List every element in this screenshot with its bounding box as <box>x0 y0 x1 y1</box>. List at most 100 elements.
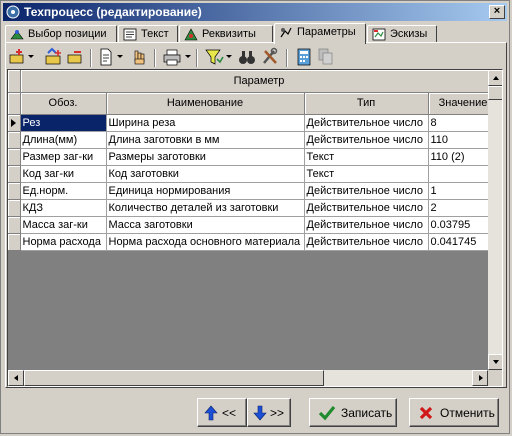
toolbar-separator <box>154 49 156 67</box>
row-indicator[interactable] <box>8 148 21 166</box>
binoculars-icon[interactable] <box>238 47 256 67</box>
table-row[interactable]: Рез Ширина реза Действительное число 8 <box>8 114 499 132</box>
arrow-down-icon <box>253 405 267 421</box>
checkmark-icon <box>318 405 336 421</box>
sketches-icon <box>372 28 386 41</box>
close-button[interactable]: × <box>489 5 505 19</box>
hand-icon[interactable] <box>130 47 148 67</box>
table-row[interactable]: КДЗ Количество деталей из заготовки Дейс… <box>8 199 499 217</box>
row-indicator-header <box>8 92 21 115</box>
previous-button[interactable]: << <box>197 398 247 427</box>
row-indicator[interactable] <box>8 233 21 251</box>
text-icon <box>123 28 137 41</box>
print-icon[interactable] <box>162 47 182 67</box>
calculator-icon[interactable] <box>294 47 314 67</box>
tab-requisites[interactable]: Реквизиты <box>179 25 273 43</box>
table-row[interactable]: Ед.норм. Единица нормирования Действител… <box>8 182 499 200</box>
row-indicator[interactable] <box>8 182 21 200</box>
next-button[interactable]: >> <box>247 398 291 427</box>
positions-icon <box>10 30 24 40</box>
vertical-scrollbar[interactable] <box>488 70 502 370</box>
scrollbar-corner <box>488 370 502 386</box>
add-parameter-icon[interactable] <box>8 47 26 67</box>
app-icon <box>6 5 20 19</box>
cell-code[interactable]: Код заг-ки <box>20 165 107 183</box>
document-dropdown-arrow[interactable] <box>117 55 123 58</box>
delete-parameter-icon[interactable] <box>66 47 84 67</box>
cell-code[interactable]: Норма расхода <box>20 233 107 251</box>
table-row[interactable]: Масса заг-ки Масса заготовки Действитель… <box>8 216 499 234</box>
row-indicator[interactable] <box>8 165 21 183</box>
arrow-up-icon <box>493 76 499 80</box>
arrow-left-icon <box>14 375 18 381</box>
cell-type[interactable]: Текст <box>304 165 429 183</box>
scroll-down-button[interactable] <box>488 354 502 370</box>
tab-strip: Выбор позиции Текст Реквизиты Параметры … <box>5 23 509 44</box>
row-indicator[interactable] <box>8 199 21 217</box>
cell-type[interactable]: Действительное число <box>304 233 429 251</box>
save-button[interactable]: Записать <box>309 398 397 427</box>
cell-name[interactable]: Ширина реза <box>106 114 305 132</box>
print-dropdown-arrow[interactable] <box>185 55 191 58</box>
cell-code[interactable]: Масса заг-ки <box>20 216 107 234</box>
cell-name[interactable]: Размеры заготовки <box>106 148 305 166</box>
cell-code[interactable]: Рез <box>20 114 107 132</box>
cancel-button[interactable]: Отменить <box>409 398 499 427</box>
parameters-icon <box>280 27 292 38</box>
cell-type[interactable]: Действительное число <box>304 199 429 217</box>
column-header-name[interactable]: Наименование <box>106 92 305 115</box>
column-header-code[interactable]: Обоз. <box>20 92 107 115</box>
cell-code[interactable]: КДЗ <box>20 199 107 217</box>
table-row[interactable]: Длина(мм) Длина заготовки в мм Действите… <box>8 131 499 149</box>
tab-sketches[interactable]: Эскизы <box>367 25 437 43</box>
toolbar-separator <box>196 49 198 67</box>
add-dropdown-arrow[interactable] <box>28 55 34 58</box>
scroll-right-button[interactable] <box>472 370 488 386</box>
scroll-left-button[interactable] <box>8 370 24 386</box>
table-row[interactable]: Код заг-ки Код заготовки Текст <box>8 165 499 183</box>
filter-dropdown-arrow[interactable] <box>226 55 232 58</box>
horizontal-scrollbar[interactable] <box>8 370 488 386</box>
cell-code[interactable]: Длина(мм) <box>20 131 107 149</box>
cell-name[interactable]: Масса заготовки <box>106 216 305 234</box>
cell-name[interactable]: Норма расхода основного материала <box>106 233 305 251</box>
tab-text[interactable]: Текст <box>118 25 178 43</box>
dialog-window: Техпроцесс (редактирование) × Выбор пози… <box>0 0 510 434</box>
row-indicator[interactable] <box>8 114 21 132</box>
row-indicator[interactable] <box>8 216 21 234</box>
cell-type[interactable]: Действительное число <box>304 216 429 234</box>
toolbar <box>6 47 346 69</box>
cell-type[interactable]: Действительное число <box>304 114 429 132</box>
insert-parameter-icon[interactable] <box>44 47 64 67</box>
cell-type[interactable]: Текст <box>304 148 429 166</box>
title-bar[interactable]: Техпроцесс (редактирование) × <box>3 3 507 21</box>
vertical-scroll-thumb[interactable] <box>488 86 502 100</box>
cell-type[interactable]: Действительное число <box>304 182 429 200</box>
corner-header <box>8 70 21 93</box>
horizontal-scroll-thumb[interactable] <box>24 370 324 386</box>
row-indicator[interactable] <box>8 131 21 149</box>
tools-icon[interactable] <box>260 47 280 67</box>
arrow-right-icon <box>479 375 483 381</box>
table-row[interactable]: Размер заг-ки Размеры заготовки Текст 11… <box>8 148 499 166</box>
scroll-up-button[interactable] <box>488 70 502 86</box>
tab-positions[interactable]: Выбор позиции <box>5 25 117 43</box>
cell-name[interactable]: Код заготовки <box>106 165 305 183</box>
cell-name[interactable]: Количество деталей из заготовки <box>106 199 305 217</box>
document-icon[interactable] <box>98 47 114 67</box>
window-title: Техпроцесс (редактирование) <box>24 5 202 19</box>
copy-disabled-icon[interactable] <box>316 47 336 67</box>
cell-type[interactable]: Действительное число <box>304 131 429 149</box>
arrow-down-icon <box>493 360 499 364</box>
arrow-up-icon <box>204 405 218 421</box>
close-icon <box>419 406 433 420</box>
table-row[interactable]: Норма расхода Норма расхода основного ма… <box>8 233 499 251</box>
cell-name[interactable]: Единица нормирования <box>106 182 305 200</box>
tab-parameters[interactable]: Параметры <box>274 23 366 44</box>
filter-icon[interactable] <box>204 47 224 67</box>
group-header: Параметр <box>20 70 499 93</box>
cell-name[interactable]: Длина заготовки в мм <box>106 131 305 149</box>
cell-code[interactable]: Ед.норм. <box>20 182 107 200</box>
column-header-type[interactable]: Тип <box>304 92 429 115</box>
cell-code[interactable]: Размер заг-ки <box>20 148 107 166</box>
